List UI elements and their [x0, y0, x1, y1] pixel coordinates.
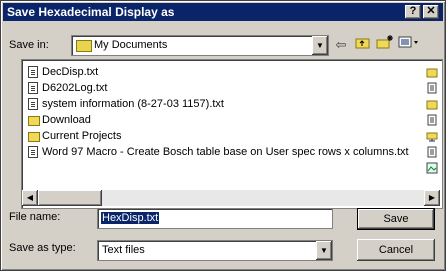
save-button[interactable]: Save	[357, 208, 435, 230]
folder-icon	[426, 66, 438, 78]
chevron-down-icon[interactable]: ▼	[312, 36, 328, 55]
file-name: system information (8-27-03 1157).txt	[42, 98, 224, 110]
save-as-type-label: Save as type:	[9, 242, 76, 254]
save-in-dropdown[interactable]: My Documents ▼	[71, 35, 329, 56]
scroll-left-icon[interactable]: ◀	[22, 190, 38, 206]
file-name: DecDisp.txt	[42, 66, 99, 78]
text-file-icon	[426, 146, 438, 158]
text-file-icon	[28, 98, 38, 110]
network-folder-icon	[426, 130, 438, 142]
file-name-input[interactable]: HexDisp.txt	[97, 208, 333, 229]
save-as-type-dropdown[interactable]: Text files ▼	[97, 240, 333, 261]
folder-icon	[426, 98, 438, 110]
scroll-right-icon[interactable]: ▶	[424, 190, 440, 206]
text-file-icon	[28, 66, 38, 78]
chevron-down-icon[interactable]: ▼	[316, 241, 332, 260]
file-name: Current Projects	[42, 130, 122, 142]
folder-icon	[76, 40, 92, 52]
scroll-thumb[interactable]	[38, 190, 102, 206]
file-name-label: File name:	[9, 211, 61, 223]
folder-icon	[28, 132, 40, 142]
file-name: D6202Log.txt	[42, 82, 108, 94]
views-menu-icon[interactable]	[397, 35, 421, 54]
save-in-value: My Documents	[94, 39, 168, 51]
help-button[interactable]: ?	[405, 5, 421, 19]
save-as-type-value: Text files	[102, 244, 145, 256]
file-list[interactable]: DecDisp.txt D6202Log.txt system informat…	[21, 59, 443, 209]
text-file-icon	[28, 82, 38, 94]
new-folder-icon[interactable]	[375, 35, 395, 54]
file-name-value: HexDisp.txt	[101, 212, 160, 224]
back-arrow-icon[interactable]: ⇦	[331, 35, 351, 54]
text-file-icon	[426, 82, 438, 94]
image-file-icon	[426, 162, 438, 174]
close-button[interactable]: ✕	[423, 5, 439, 19]
title-bar[interactable]: Save Hexadecimal Display as ? ✕	[3, 3, 443, 21]
file-name: Word 97 Macro - Create Bosch table base …	[42, 146, 409, 158]
text-file-icon	[426, 114, 438, 126]
horizontal-scrollbar[interactable]: ◀ ▶	[22, 190, 440, 206]
folder-icon	[28, 116, 40, 126]
dialog-title: Save Hexadecimal Display as	[7, 5, 175, 19]
up-folder-icon[interactable]	[353, 35, 373, 54]
file-name: Download	[42, 114, 91, 126]
save-dialog: Save Hexadecimal Display as ? ✕ Save in:…	[0, 0, 446, 271]
save-in-label: Save in:	[9, 39, 49, 51]
text-file-icon	[28, 146, 38, 158]
cancel-button[interactable]: Cancel	[357, 239, 435, 261]
